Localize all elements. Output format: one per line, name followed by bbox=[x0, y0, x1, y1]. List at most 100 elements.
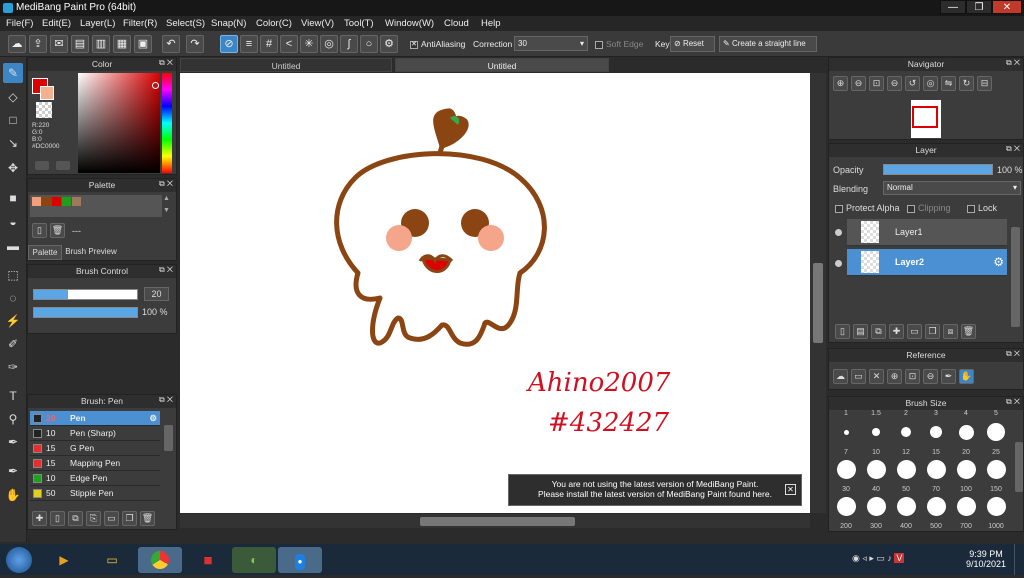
save-icon[interactable]: ▣ bbox=[134, 35, 152, 53]
hand-icon[interactable]: ✋ bbox=[959, 369, 974, 384]
palette-swatch[interactable] bbox=[52, 197, 61, 206]
zoom-out-icon[interactable]: ⊖ bbox=[923, 369, 938, 384]
duplicate-icon[interactable]: ⧈ bbox=[943, 324, 958, 339]
gear-icon[interactable]: ⚙ bbox=[149, 411, 157, 426]
palette-swatch[interactable] bbox=[32, 197, 41, 206]
correction-select[interactable]: 30 ▾ bbox=[514, 36, 588, 51]
list-item[interactable]: 50 Stipple Pen bbox=[30, 486, 160, 501]
vertical-scrollbar[interactable] bbox=[810, 73, 826, 513]
panel-controls-icon[interactable]: ⧉ ✕ bbox=[1006, 349, 1020, 359]
redo-icon[interactable]: ↷ bbox=[186, 35, 204, 53]
move-tool-icon[interactable]: ✥ bbox=[3, 158, 23, 178]
menu-help[interactable]: Help bbox=[481, 18, 501, 29]
medibang-icon[interactable]: ◐ bbox=[232, 547, 276, 573]
rotate-reset-icon[interactable]: ◎ bbox=[923, 76, 938, 91]
gear-icon[interactable]: ⚙ bbox=[993, 255, 1004, 269]
text-tool-icon[interactable]: T bbox=[3, 386, 23, 406]
gear-icon[interactable]: ⚙ bbox=[380, 35, 398, 53]
menu-tool[interactable]: Tool(T) bbox=[344, 18, 374, 29]
palette-swatch[interactable] bbox=[62, 197, 71, 206]
start-button[interactable] bbox=[6, 547, 32, 573]
scroll-down-icon[interactable]: ▼ bbox=[163, 207, 170, 214]
delete-icon[interactable]: 🗑 bbox=[961, 324, 976, 339]
layer-opacity-slider[interactable] bbox=[883, 164, 993, 175]
list-item[interactable]: 15 Mapping Pen bbox=[30, 456, 160, 471]
clock[interactable]: 9:39 PM 9/10/2021 bbox=[964, 549, 1008, 569]
brush-size-option[interactable]: 500 bbox=[921, 494, 951, 530]
scroll-up-icon[interactable]: ▲ bbox=[163, 195, 170, 202]
menu-window[interactable]: Window(W) bbox=[385, 18, 434, 29]
color-wheel-button[interactable] bbox=[35, 161, 49, 170]
panel-controls-icon[interactable]: ⧉ ✕ bbox=[1006, 58, 1020, 68]
drawing-canvas[interactable]: Ahino2007 #432427 bbox=[180, 73, 810, 513]
brush-size-option[interactable]: 100 bbox=[951, 457, 981, 493]
brush-size-option[interactable]: 20 bbox=[951, 420, 981, 456]
eraser-tool-icon[interactable]: ◇ bbox=[3, 87, 23, 107]
soft-edge-checkbox[interactable] bbox=[595, 40, 603, 49]
brush-size-option[interactable]: 700 bbox=[951, 494, 981, 530]
straight-line-button[interactable]: ✎ Create a straight line bbox=[719, 36, 817, 52]
brush-size-value[interactable]: 20 bbox=[144, 287, 169, 301]
brush-size-option[interactable]: 15 bbox=[921, 420, 951, 456]
layer-scrollbar[interactable] bbox=[1011, 227, 1020, 327]
select-tool-icon[interactable]: ⬚ bbox=[3, 265, 23, 285]
brush-size-option[interactable]: 300 bbox=[861, 494, 891, 530]
menu-edit[interactable]: Edit(E) bbox=[42, 18, 71, 29]
list-item[interactable]: 10 Edge Pen bbox=[30, 471, 160, 486]
tab-document-1[interactable]: Untitled bbox=[180, 58, 392, 72]
shape-tool-icon[interactable]: ■ bbox=[3, 188, 23, 208]
brush-size-slider[interactable] bbox=[33, 289, 138, 300]
eyedropper-icon[interactable]: ✒ bbox=[941, 369, 956, 384]
sub-color-swatch[interactable] bbox=[40, 86, 54, 100]
brush-size-option[interactable]: 70 bbox=[921, 457, 951, 493]
brush-size-option[interactable]: 40 bbox=[861, 457, 891, 493]
cloud-icon[interactable]: ☁ bbox=[833, 369, 848, 384]
paint-app-icon[interactable]: ▦ bbox=[186, 547, 230, 573]
new-palette-icon[interactable]: ▯ bbox=[32, 223, 47, 238]
navigator-thumbnail[interactable] bbox=[911, 100, 941, 138]
blending-select[interactable]: Normal ▾ bbox=[883, 181, 1021, 195]
maximize-button[interactable]: ❐ bbox=[966, 0, 992, 14]
brush-tool-icon[interactable]: ✎ bbox=[3, 63, 23, 83]
new-brush-icon[interactable]: ▯ bbox=[50, 511, 65, 526]
color-history-button[interactable] bbox=[56, 161, 70, 170]
brush-size-option[interactable]: 400 bbox=[891, 494, 921, 530]
brush-size-option[interactable]: 7 bbox=[831, 420, 861, 456]
new-layer-color-icon[interactable]: ▤ bbox=[853, 324, 868, 339]
horizontal-scroll-thumb[interactable] bbox=[420, 517, 575, 526]
zalo-icon[interactable]: ● bbox=[278, 547, 322, 573]
fit-icon[interactable]: ⊡ bbox=[905, 369, 920, 384]
divide-tool-icon[interactable]: ⚲ bbox=[3, 409, 23, 429]
panel-controls-icon[interactable]: ⧉ ✕ bbox=[159, 395, 173, 405]
protect-alpha-checkbox[interactable] bbox=[835, 204, 843, 213]
list-item[interactable]: 15 G Pen bbox=[30, 441, 160, 456]
protect-alpha-toggle[interactable]: Protect Alpha bbox=[835, 203, 900, 213]
brush-size-option[interactable]: 30 bbox=[831, 457, 861, 493]
delete-icon[interactable]: 🗑 bbox=[140, 511, 155, 526]
layer-row[interactable]: Layer1 bbox=[847, 219, 1007, 246]
folder-icon[interactable]: ▭ bbox=[104, 511, 119, 526]
brush-size-option[interactable]: 12 bbox=[891, 420, 921, 456]
hand-tool-icon[interactable]: ✋ bbox=[3, 485, 23, 505]
menu-color[interactable]: Color(C) bbox=[256, 18, 292, 29]
ellipse-snap-icon[interactable]: ○ bbox=[360, 35, 378, 53]
vanish-snap-icon[interactable]: < bbox=[280, 35, 298, 53]
tab-palette[interactable]: Palette bbox=[28, 245, 62, 260]
flip-icon[interactable]: ⇋ bbox=[941, 76, 956, 91]
add-brush-icon[interactable]: ✚ bbox=[32, 511, 47, 526]
menu-file[interactable]: File(F) bbox=[6, 18, 33, 29]
vertical-scroll-thumb[interactable] bbox=[813, 263, 823, 343]
close-icon[interactable]: ✕ bbox=[869, 369, 884, 384]
parallel-snap-icon[interactable]: ≡ bbox=[240, 35, 258, 53]
delete-icon[interactable]: 🗑 bbox=[50, 223, 65, 238]
lasso-tool-icon[interactable]: ◌ bbox=[3, 288, 23, 308]
magic-wand-icon[interactable]: ⚡ bbox=[3, 311, 23, 331]
rotate-left-icon[interactable]: ↺ bbox=[905, 76, 920, 91]
palette-swatch[interactable] bbox=[72, 197, 81, 206]
merge-icon[interactable]: ❐ bbox=[925, 324, 940, 339]
menu-cloud[interactable]: Cloud bbox=[444, 18, 469, 29]
folder-icon[interactable]: ▭ bbox=[907, 324, 922, 339]
menu-layer[interactable]: Layer(L) bbox=[80, 18, 115, 29]
panel-controls-icon[interactable]: ⧉ ✕ bbox=[1006, 144, 1020, 154]
add-layer-menu-icon[interactable]: ✚ bbox=[889, 324, 904, 339]
